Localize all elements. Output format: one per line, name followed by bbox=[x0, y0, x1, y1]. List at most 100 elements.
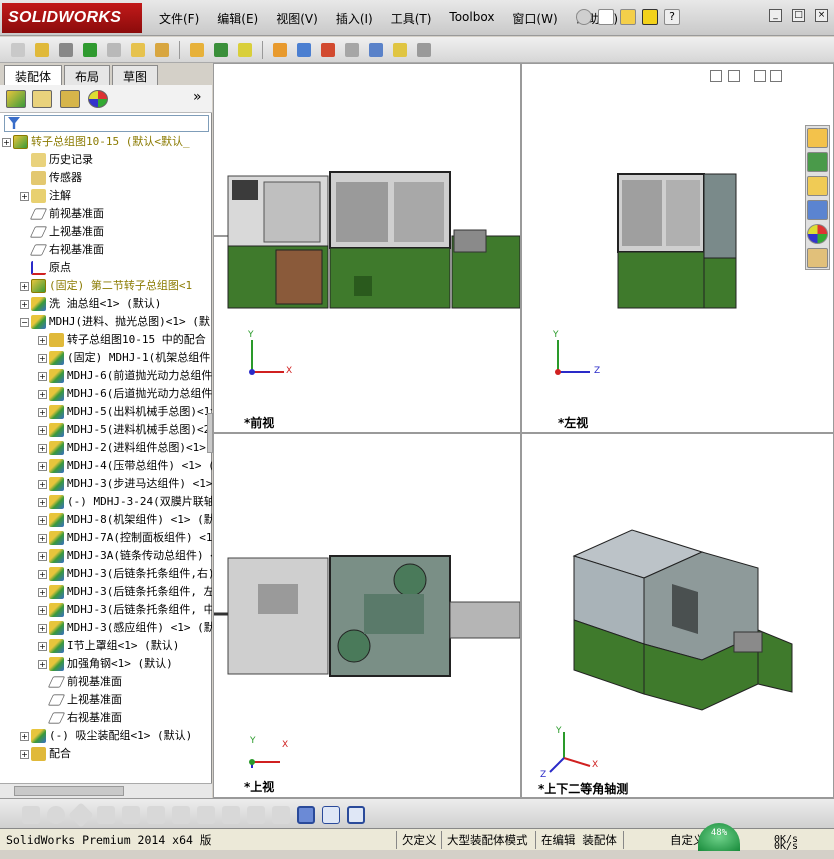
tree-node[interactable]: 前视基准面 bbox=[38, 673, 122, 691]
tree-expander[interactable]: + bbox=[38, 443, 47, 453]
help-icon[interactable]: ? bbox=[664, 9, 680, 25]
tree-expander[interactable]: + bbox=[38, 605, 47, 615]
tree-node[interactable]: + MDHJ-3(后链条托条组件, 左 bbox=[38, 583, 212, 601]
tree-expander[interactable]: + bbox=[38, 533, 47, 543]
graphics-area[interactable]: Y X *前视 Y Z *左视 Y X *上视 Y X Z *上下二等角轴测 bbox=[213, 63, 834, 798]
tree-node[interactable]: + MDHJ-7A(控制面板组件) <1 bbox=[38, 529, 212, 547]
mirror-icon[interactable] bbox=[197, 806, 215, 824]
viewport-split-icon[interactable] bbox=[728, 70, 740, 82]
tree-expander[interactable]: + bbox=[38, 587, 47, 597]
tree-node[interactable]: + 加强角钢<1> (默认) bbox=[38, 655, 173, 673]
view-palette-icon[interactable] bbox=[807, 200, 828, 220]
linear-pattern-icon[interactable] bbox=[80, 40, 100, 60]
tree-node[interactable]: + MDHJ-5(进料机械手总图)<2> bbox=[38, 421, 212, 439]
close-icon[interactable]: × bbox=[815, 9, 828, 22]
menu-file[interactable]: 文件(F) bbox=[150, 8, 208, 28]
viewport-close-icon[interactable] bbox=[770, 70, 782, 82]
tree-node[interactable]: + I节上罩组<1> (默认) bbox=[38, 637, 179, 655]
tree-node[interactable]: + MDHJ-3A(链条传动总组件) < bbox=[38, 547, 212, 565]
tab-sketch[interactable]: 草图 bbox=[112, 65, 159, 85]
pin-icon[interactable] bbox=[576, 9, 592, 25]
tree-node[interactable]: 右视基准面 bbox=[38, 709, 122, 727]
scrollbar-thumb[interactable] bbox=[14, 786, 124, 796]
tree-expander[interactable]: + bbox=[38, 335, 47, 345]
angle-icon[interactable] bbox=[272, 806, 290, 824]
tree-expander[interactable]: + bbox=[2, 137, 11, 147]
insert-component-icon[interactable] bbox=[32, 40, 52, 60]
display-manager-icon[interactable] bbox=[88, 90, 108, 108]
tree-filter-input[interactable] bbox=[4, 115, 209, 132]
configuration-manager-icon[interactable] bbox=[60, 90, 80, 108]
tab-layout[interactable]: 布局 bbox=[64, 65, 111, 85]
new-document-icon[interactable] bbox=[598, 9, 614, 25]
tree-node[interactable]: + MDHJ-2(进料组件总图)<1> bbox=[38, 439, 206, 457]
new-motion-study-icon[interactable] bbox=[235, 40, 255, 60]
tree-expander[interactable]: + bbox=[38, 515, 47, 525]
open-folder-icon[interactable] bbox=[620, 9, 636, 25]
tree-node[interactable]: + 转子总组图10-15 中的配合 bbox=[38, 331, 206, 349]
tree-expander[interactable]: + bbox=[38, 641, 47, 651]
hole-alignment-icon[interactable] bbox=[390, 40, 410, 60]
tree-expander[interactable]: + bbox=[20, 731, 29, 741]
tab-assembly[interactable]: 装配体 bbox=[4, 65, 63, 85]
property-manager-icon[interactable] bbox=[32, 90, 52, 108]
custom-properties-icon[interactable] bbox=[807, 248, 828, 268]
design-library-icon[interactable] bbox=[807, 152, 828, 172]
tree-node[interactable]: + (固定) 第二节转子总组图<1 bbox=[20, 277, 192, 295]
interference-detection-icon[interactable] bbox=[342, 40, 362, 60]
exploded-view-icon[interactable] bbox=[294, 40, 314, 60]
tree-expander[interactable]: + bbox=[38, 371, 47, 381]
tree-node[interactable]: + 配合 bbox=[20, 745, 71, 763]
tree-node[interactable]: 历史记录 bbox=[20, 151, 93, 169]
tree-expander[interactable]: + bbox=[38, 461, 47, 471]
solidworks-logo[interactable]: SOLIDWORKS bbox=[2, 3, 142, 33]
minimize-icon[interactable]: _ bbox=[769, 9, 782, 22]
tree-expander[interactable]: + bbox=[20, 281, 29, 291]
feature-manager-tree-icon[interactable] bbox=[6, 90, 26, 108]
tree-node[interactable]: + MDHJ-3(后链条托条组件, 中 bbox=[38, 601, 212, 619]
four-view-icon[interactable] bbox=[347, 806, 365, 824]
network-speed-gauge[interactable]: 48% bbox=[698, 823, 740, 851]
point-icon[interactable] bbox=[22, 806, 40, 824]
menu-insert[interactable]: 插入(I) bbox=[327, 8, 382, 28]
instant3d-icon[interactable] bbox=[414, 40, 434, 60]
tree-node[interactable]: + 注解 bbox=[20, 187, 71, 205]
viewport-isometric[interactable]: Y X Z *上下二等角轴测 bbox=[521, 433, 834, 798]
viewport-left[interactable]: Y Z *左视 bbox=[521, 63, 834, 433]
tree-node[interactable]: 前视基准面 bbox=[20, 205, 104, 223]
viewport-restore-icon[interactable] bbox=[754, 70, 766, 82]
tree-node[interactable]: − MDHJ(进料、抛光总图)<1> (默 bbox=[20, 313, 210, 331]
tree-expander[interactable]: + bbox=[38, 569, 47, 579]
tree-node[interactable]: + MDHJ-3(感应组件) <1> (默认 bbox=[38, 619, 212, 637]
viewport-window-controls[interactable] bbox=[710, 70, 782, 84]
tree-node[interactable]: + (固定) MDHJ-1(机架总组件 bbox=[38, 349, 210, 367]
tree-node[interactable]: + MDHJ-8(机架组件) <1> (默认 bbox=[38, 511, 212, 529]
circle-icon[interactable] bbox=[47, 806, 65, 824]
extend-icon[interactable] bbox=[122, 806, 140, 824]
polygon-icon[interactable] bbox=[68, 802, 94, 828]
tree-node[interactable]: + (-) MDHJ-3-24(双膜片联轴器 bbox=[38, 493, 212, 511]
mate-icon[interactable] bbox=[56, 40, 76, 60]
tree-node[interactable]: + MDHJ-3(后链条托条组件,右) bbox=[38, 565, 212, 583]
tree-expander[interactable]: + bbox=[38, 479, 47, 489]
tree-node[interactable]: 传感器 bbox=[20, 169, 82, 187]
tree-node[interactable]: + MDHJ-4(压带总组件) <1> ( bbox=[38, 457, 212, 475]
clearance-verification-icon[interactable] bbox=[366, 40, 386, 60]
tree-node[interactable]: + 转子总组图10-15 (默认<默认_ bbox=[2, 133, 190, 151]
show-hidden-icon[interactable] bbox=[152, 40, 172, 60]
menu-view[interactable]: 视图(V) bbox=[267, 8, 327, 28]
bill-of-materials-icon[interactable] bbox=[270, 40, 290, 60]
viewport-front[interactable]: Y X *前视 bbox=[213, 63, 521, 433]
smart-fastener-icon[interactable] bbox=[104, 40, 124, 60]
tree-node[interactable]: 右视基准面 bbox=[20, 241, 104, 259]
assembly-component-icon[interactable] bbox=[8, 40, 28, 60]
tree-expander[interactable]: + bbox=[38, 497, 47, 507]
tree-expander[interactable]: + bbox=[38, 407, 47, 417]
viewport-link-icon[interactable] bbox=[710, 70, 722, 82]
two-view-icon[interactable] bbox=[322, 806, 340, 824]
menu-window[interactable]: 窗口(W) bbox=[503, 8, 566, 28]
menu-tools[interactable]: 工具(T) bbox=[382, 8, 441, 28]
solidworks-resources-icon[interactable] bbox=[807, 128, 828, 148]
warning-icon[interactable] bbox=[642, 9, 658, 25]
chamfer-icon[interactable] bbox=[172, 806, 190, 824]
